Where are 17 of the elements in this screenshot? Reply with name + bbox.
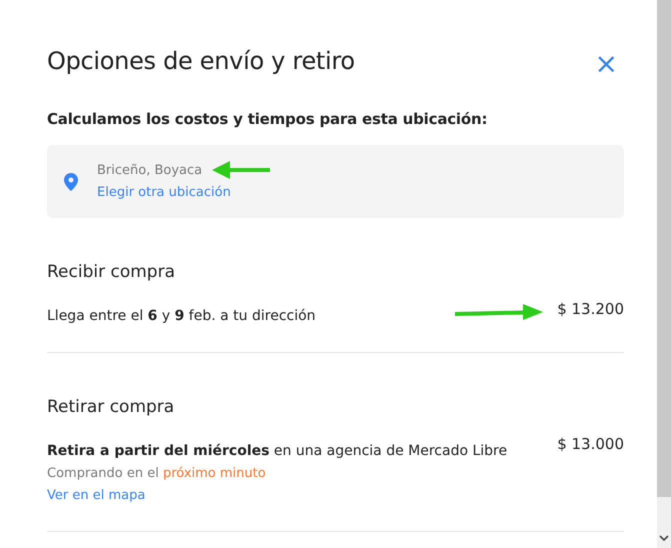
scroll-down-icon[interactable] [659, 535, 669, 542]
price: $ 13.000 [557, 435, 624, 453]
location-prompt: Calculamos los costos y tiempos para esta ubicación: [47, 110, 488, 128]
section-heading: Recibir compra [47, 262, 176, 282]
delivery-info: Retira a partir del miércoles en una agencia de Mercado Libre [47, 443, 508, 459]
delivery-info: Llega entre el 6 y 9 feb. a tu dirección [47, 308, 317, 324]
arrow-icon [212, 161, 272, 179]
purchase-note: Comprando en el próximo minuto [47, 466, 267, 481]
location-pin-icon [64, 172, 78, 190]
price: $ 13.200 [557, 300, 624, 318]
change-location-link[interactable]: Elegir otra ubicación [97, 185, 272, 200]
arrow-icon [455, 304, 546, 322]
map-link[interactable]: Ver en el mapa [47, 488, 558, 503]
close-button[interactable]: × [588, 50, 624, 78]
dialog-title: Opciones de envío y retiro [47, 47, 355, 75]
location-name: Briceño, Boyaca [97, 162, 202, 178]
section-heading: Retirar compra [47, 397, 176, 417]
